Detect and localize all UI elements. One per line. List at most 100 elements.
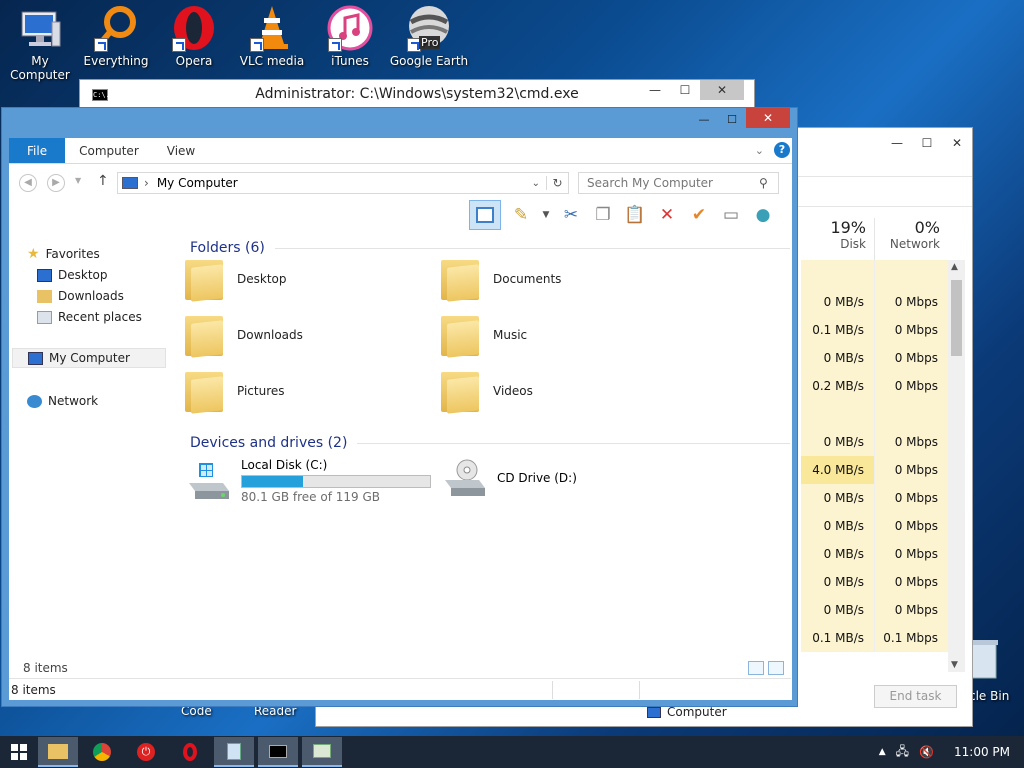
tab-computer[interactable]: Computer	[65, 138, 153, 163]
disk-cell: 0.2 MB/s	[801, 372, 875, 400]
command-toolbar: ✎ ▼ ✂ ❐ 📋 ✕ ✔ ▭ ●	[469, 200, 775, 230]
expand-ribbon-icon[interactable]: ⌄	[755, 144, 764, 157]
task-manager-icon	[313, 744, 331, 758]
task-manager-scrollbar[interactable]: ▲ ▼	[948, 260, 965, 672]
help-icon[interactable]: ?	[774, 142, 790, 158]
search-icon[interactable]: ⚲	[759, 176, 768, 190]
nav-downloads[interactable]: Downloads	[37, 286, 124, 306]
drive-d-name: CD Drive (D:)	[497, 471, 577, 485]
minimize-button[interactable]: —	[640, 80, 670, 100]
folder-item[interactable]: Music	[441, 312, 527, 358]
scroll-up-icon[interactable]: ▲	[951, 262, 958, 272]
folder-name: Pictures	[237, 384, 285, 398]
breadcrumb-chevron-icon[interactable]: ›	[144, 176, 149, 190]
scrollbar-thumb[interactable]	[951, 280, 962, 356]
drive-cd-d[interactable]: CD Drive (D:)	[441, 458, 577, 498]
maximize-button[interactable]: ☐	[670, 80, 700, 100]
folders-header-text: Folders (6)	[190, 240, 265, 256]
notepad-icon	[227, 742, 241, 760]
explorer-window[interactable]: — ☐ ✕ File Computer View ⌄ ? ◀ ▶ ▼ ↑ › M…	[1, 107, 798, 719]
folder-icon	[48, 743, 68, 759]
cut-icon[interactable]: ✂	[559, 203, 583, 227]
folder-item[interactable]: Documents	[441, 256, 561, 302]
desktop-icon-opera[interactable]: Opera	[154, 4, 234, 68]
scroll-down-icon[interactable]: ▼	[951, 660, 958, 670]
forward-button[interactable]: ▶	[47, 174, 65, 192]
network-column-header[interactable]: 0% Network	[875, 218, 948, 260]
nav-desktop[interactable]: Desktop	[37, 265, 108, 285]
address-dropdown-icon[interactable]: ⌄	[532, 178, 540, 189]
back-button[interactable]: ◀	[19, 174, 37, 192]
content-pane: Folders (6) Desktop Documents Downloads Mus…	[179, 234, 790, 654]
maximize-button[interactable]: ☐	[718, 108, 746, 130]
drive-local-disk-c[interactable]: Local Disk (C:) 80.1 GB free of 119 GB	[185, 458, 431, 504]
rename-icon[interactable]: ▭	[719, 203, 743, 227]
folder-name: Videos	[493, 384, 533, 398]
nav-downloads-label: Downloads	[58, 289, 124, 303]
shortcut-arrow-icon	[94, 38, 108, 52]
end-task-button[interactable]: End task	[874, 685, 957, 708]
tray-overflow-icon[interactable]: ▲	[879, 747, 886, 757]
nav-my-computer[interactable]: My Computer	[12, 348, 166, 368]
paste-icon[interactable]: 📋	[623, 203, 647, 227]
folder-icon	[441, 312, 479, 358]
minimize-button[interactable]: —	[882, 128, 912, 158]
taskbar-file-explorer[interactable]	[38, 737, 78, 767]
tab-file[interactable]: File	[9, 138, 66, 163]
taskbar-chrome[interactable]	[82, 737, 122, 767]
desktop-icon-google-earth[interactable]: Pro Google Earth	[389, 4, 469, 68]
properties-icon[interactable]: ✎	[509, 203, 533, 227]
nav-desktop-label: Desktop	[58, 268, 108, 282]
network-globe-icon[interactable]: ●	[751, 203, 775, 227]
refresh-icon[interactable]: ↻	[546, 176, 568, 190]
delete-icon[interactable]: ✕	[655, 203, 679, 227]
details-view-icon[interactable]	[748, 661, 764, 675]
nav-network[interactable]: Network	[27, 391, 98, 411]
drives-group-header[interactable]: Devices and drives (2)	[190, 435, 790, 451]
desktop-icon-label: VLC media	[239, 54, 305, 68]
folder-item[interactable]: Downloads	[185, 312, 303, 358]
desktop-icon-everything[interactable]: Everything	[76, 4, 156, 68]
start-button[interactable]	[0, 736, 38, 768]
volume-muted-icon[interactable]: 🔇	[919, 745, 934, 759]
up-button[interactable]: ↑	[97, 173, 109, 189]
close-button[interactable]: ✕	[942, 128, 972, 158]
folder-item[interactable]: Pictures	[185, 368, 285, 414]
cmd-window[interactable]: C:\. Administrator: C:\Windows\system32\…	[79, 79, 755, 109]
clock[interactable]: 11:00 PM	[954, 745, 1010, 759]
chrome-icon	[93, 743, 111, 761]
desktop-icon-vlc[interactable]: VLC media	[232, 4, 312, 68]
navigation-pane: ★ Favorites Desktop Downloads Recent pla…	[9, 234, 169, 654]
close-button[interactable]: ✕	[746, 108, 790, 128]
tab-view[interactable]: View	[153, 138, 209, 163]
recent-locations-icon[interactable]: ▼	[75, 176, 81, 185]
maximize-button[interactable]: ☐	[912, 128, 942, 158]
close-button[interactable]: ✕	[700, 80, 744, 100]
disk-cell: 0 MB/s	[801, 596, 875, 624]
desktop-icon-label: My Computer	[10, 54, 70, 82]
nav-recent-places[interactable]: Recent places	[37, 307, 142, 327]
desktop-icon-itunes[interactable]: iTunes	[310, 4, 390, 68]
folder-item[interactable]: Videos	[441, 368, 533, 414]
taskbar-notepad[interactable]	[214, 737, 254, 767]
search-input[interactable]: Search My Computer	[578, 172, 779, 194]
dropdown-arrow-icon[interactable]: ▼	[541, 203, 551, 227]
minimize-button[interactable]: —	[690, 108, 718, 130]
disk-column-header[interactable]: 19% Disk	[801, 218, 875, 260]
explorer-titlebar[interactable]: — ☐ ✕	[2, 108, 797, 132]
taskbar-cmd[interactable]	[258, 737, 298, 767]
checkmark-icon[interactable]: ✔	[687, 203, 711, 227]
large-icons-view-icon[interactable]	[768, 661, 784, 675]
network-cell	[875, 260, 948, 288]
preview-pane-icon[interactable]	[469, 200, 501, 230]
folder-item[interactable]: Desktop	[185, 256, 287, 302]
desktop-icon-my-computer[interactable]: My Computer	[0, 4, 80, 82]
address-bar[interactable]: › My Computer ⌄ ↻	[117, 172, 569, 194]
copy-icon[interactable]: ❐	[591, 203, 615, 227]
taskbar-opera[interactable]	[170, 737, 210, 767]
nav-favorites[interactable]: ★ Favorites	[27, 244, 100, 264]
folders-group-header[interactable]: Folders (6)	[190, 240, 790, 256]
network-tray-icon[interactable]: 🖧	[896, 742, 909, 763]
taskbar-power-app[interactable]: ⏻	[126, 737, 166, 767]
taskbar-task-manager[interactable]	[302, 737, 342, 767]
